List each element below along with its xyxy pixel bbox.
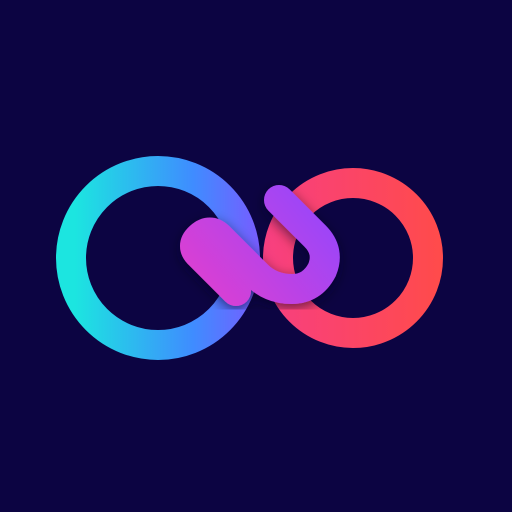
app-icon <box>0 0 512 512</box>
infinity-link-logo-icon <box>0 0 512 512</box>
